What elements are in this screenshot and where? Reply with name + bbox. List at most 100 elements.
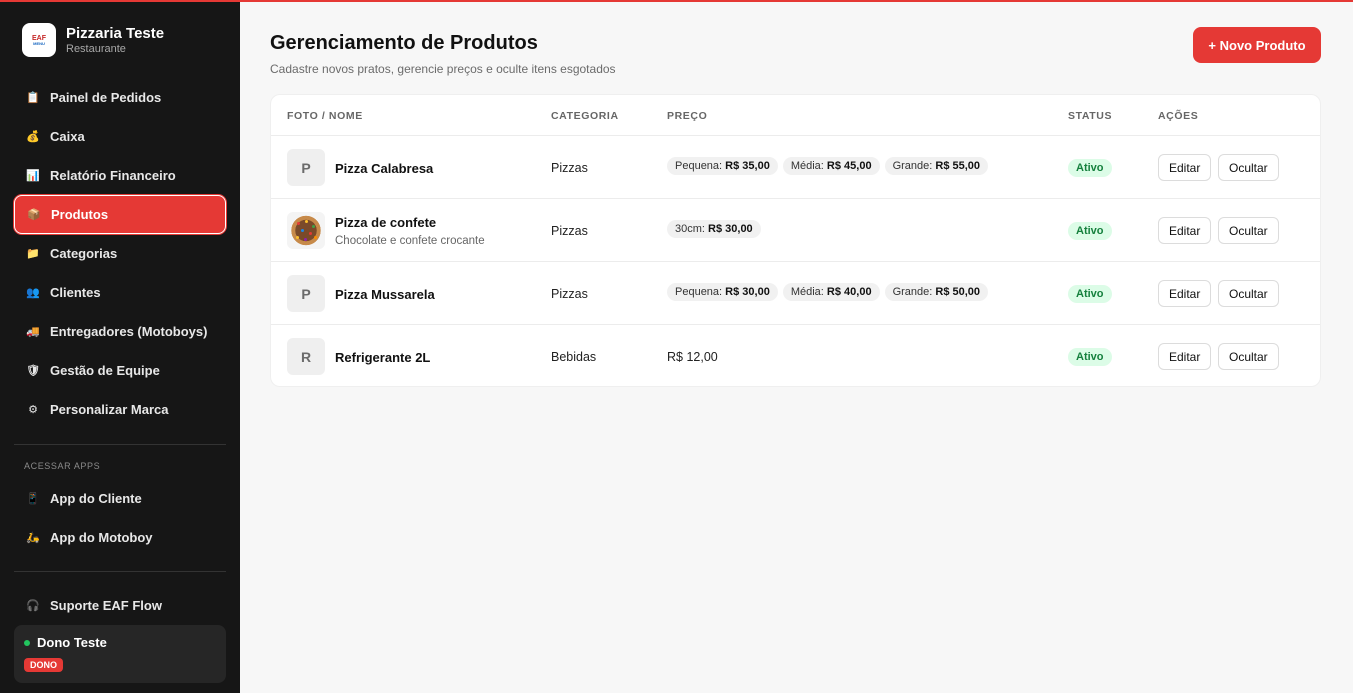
sidebar-item-label: Categorias bbox=[50, 246, 118, 261]
apps-list: 📱 App do Cliente 🛵 App do Motoboy bbox=[14, 479, 226, 557]
product-category: Pizzas bbox=[551, 224, 588, 238]
online-status-dot bbox=[24, 640, 30, 646]
folder-icon: 📁 bbox=[26, 248, 40, 260]
main-content: Gerenciamento de Produtos Cadastre novos… bbox=[240, 2, 1353, 693]
table-row: P Pizza Mussarela Pizzas Pequena: R$ 30,… bbox=[271, 262, 1320, 325]
scooter-icon: 🛵 bbox=[26, 532, 40, 544]
price-list: Pequena: R$ 30,00 Média: R$ 40,00 Grande… bbox=[667, 283, 989, 301]
sidebar-item-produtos[interactable]: 📦 Produtos bbox=[14, 195, 226, 234]
sidebar-item-suporte[interactable]: 🎧 Suporte EAF Flow bbox=[14, 586, 226, 625]
status-badge: Ativo bbox=[1068, 285, 1112, 303]
brand[interactable]: EAF MENU Pizzaria Teste Restaurante bbox=[22, 23, 164, 57]
product-name: Refrigerante 2L bbox=[335, 350, 431, 365]
sidebar-item-label: Gestão de Equipe bbox=[50, 363, 160, 378]
headset-icon: 🎧 bbox=[26, 600, 40, 612]
edit-button[interactable]: Editar bbox=[1158, 154, 1212, 181]
sidebar: EAF MENU Pizzaria Teste Restaurante 📋 Pa… bbox=[0, 2, 240, 693]
status-badge: Ativo bbox=[1068, 348, 1112, 366]
user-name: Dono Teste bbox=[37, 635, 107, 650]
truck-icon: 🚚 bbox=[26, 326, 40, 338]
hide-button[interactable]: Ocultar bbox=[1218, 343, 1279, 370]
sidebar-item-label: Personalizar Marca bbox=[50, 402, 169, 417]
table-row: P Pizza Calabresa Pizzas Pequena: R$ 35,… bbox=[271, 136, 1320, 199]
sidebar-nav: 📋 Painel de Pedidos 💰 Caixa 📊 Relatório … bbox=[14, 78, 226, 429]
users-icon: 👥 bbox=[26, 287, 40, 299]
edit-button[interactable]: Editar bbox=[1158, 343, 1212, 370]
bar-chart-icon: 📊 bbox=[26, 170, 40, 182]
pizza-photo bbox=[287, 212, 325, 249]
sidebar-item-painel-de-pedidos[interactable]: 📋 Painel de Pedidos bbox=[14, 78, 226, 117]
brand-name: Pizzaria Teste bbox=[66, 25, 165, 42]
hide-button[interactable]: Ocultar bbox=[1218, 154, 1279, 181]
hide-button[interactable]: Ocultar bbox=[1218, 217, 1279, 244]
sidebar-item-label: Produtos bbox=[51, 207, 109, 222]
sidebar-item-app-do-cliente[interactable]: 📱 App do Cliente bbox=[14, 479, 226, 518]
edit-button[interactable]: Editar bbox=[1158, 217, 1212, 244]
hide-button[interactable]: Ocultar bbox=[1218, 280, 1279, 307]
product-price: R$ 12,00 bbox=[667, 350, 718, 364]
brand-subtitle: Restaurante bbox=[66, 43, 126, 55]
sidebar-item-gestao-de-equipe[interactable]: 🛡 Gestão de Equipe bbox=[14, 351, 226, 390]
price-chip: Pequena: R$ 35,00 bbox=[667, 157, 778, 175]
support-section: 🎧 Suporte EAF Flow bbox=[14, 586, 226, 625]
sidebar-item-personalizar-marca[interactable]: ⚙ Personalizar Marca bbox=[14, 390, 226, 429]
logo-subtext: MENU bbox=[33, 40, 45, 46]
sidebar-divider bbox=[14, 571, 226, 572]
sidebar-item-label: Caixa bbox=[50, 129, 85, 144]
box-icon: 📦 bbox=[27, 209, 41, 221]
product-description: Chocolate e confete crocante bbox=[335, 235, 485, 247]
product-name: Pizza Mussarela bbox=[335, 287, 435, 302]
price-chip: 30cm: R$ 30,00 bbox=[667, 220, 761, 238]
header-name: FOTO / NOME bbox=[287, 110, 363, 122]
phone-icon: 📱 bbox=[26, 493, 40, 505]
sidebar-item-label: Painel de Pedidos bbox=[50, 90, 162, 105]
table-row: R Refrigerante 2L Bebidas R$ 12,00 Ativo… bbox=[271, 325, 1320, 388]
sidebar-item-categorias[interactable]: 📁 Categorias bbox=[14, 234, 226, 273]
product-initial-thumb: P bbox=[287, 149, 325, 186]
price-chip: Média: R$ 40,00 bbox=[782, 283, 880, 301]
price-chip: Média: R$ 45,00 bbox=[782, 157, 880, 175]
sidebar-item-label: Suporte EAF Flow bbox=[50, 598, 162, 613]
apps-section-label: ACESSAR APPS bbox=[24, 461, 101, 471]
role-badge: DONO bbox=[24, 658, 63, 672]
product-name: Pizza de confete bbox=[335, 215, 437, 230]
products-table: FOTO / NOME CATEGORIA PREÇO STATUS AÇÕES… bbox=[270, 94, 1321, 387]
sidebar-item-relatorio-financeiro[interactable]: 📊 Relatório Financeiro bbox=[14, 156, 226, 195]
sidebar-divider bbox=[14, 444, 226, 445]
sidebar-item-entregadores[interactable]: 🚚 Entregadores (Motoboys) bbox=[14, 312, 226, 351]
sidebar-item-label: App do Cliente bbox=[50, 491, 142, 506]
header-actions: AÇÕES bbox=[1158, 110, 1199, 122]
sidebar-item-label: Clientes bbox=[50, 285, 101, 300]
header-price: PREÇO bbox=[667, 110, 708, 122]
product-name: Pizza Calabresa bbox=[335, 161, 434, 176]
sidebar-item-clientes[interactable]: 👥 Clientes bbox=[14, 273, 226, 312]
status-badge: Ativo bbox=[1068, 159, 1112, 177]
brand-logo: EAF MENU bbox=[22, 23, 56, 57]
product-category: Pizzas bbox=[551, 287, 588, 301]
product-initial-thumb: R bbox=[287, 338, 325, 375]
price-list: Pequena: R$ 35,00 Média: R$ 45,00 Grande… bbox=[667, 157, 989, 175]
edit-button[interactable]: Editar bbox=[1158, 280, 1212, 307]
page-title: Gerenciamento de Produtos bbox=[270, 32, 538, 54]
clipboard-icon: 📋 bbox=[26, 92, 40, 104]
price-chip: Grande: R$ 50,00 bbox=[884, 283, 989, 301]
money-bag-icon: 💰 bbox=[26, 131, 40, 143]
sidebar-item-label: Entregadores (Motoboys) bbox=[50, 324, 208, 339]
product-category: Pizzas bbox=[551, 161, 588, 175]
price-chip: Grande: R$ 55,00 bbox=[884, 157, 989, 175]
gear-icon: ⚙ bbox=[28, 404, 38, 416]
price-list: 30cm: R$ 30,00 bbox=[667, 220, 761, 238]
user-card[interactable]: Dono Teste DONO bbox=[14, 625, 226, 683]
price-chip: Pequena: R$ 30,00 bbox=[667, 283, 778, 301]
sidebar-item-app-do-motoboy[interactable]: 🛵 App do Motoboy bbox=[14, 518, 226, 557]
table-header: FOTO / NOME CATEGORIA PREÇO STATUS AÇÕES bbox=[271, 95, 1320, 136]
new-product-button[interactable]: + Novo Produto bbox=[1193, 27, 1321, 63]
table-row: Pizza de confete Chocolate e confete cro… bbox=[271, 199, 1320, 262]
shield-icon: 🛡 bbox=[26, 365, 40, 377]
status-badge: Ativo bbox=[1068, 222, 1112, 240]
sidebar-item-caixa[interactable]: 💰 Caixa bbox=[14, 117, 226, 156]
sidebar-item-label: Relatório Financeiro bbox=[50, 168, 176, 183]
product-category: Bebidas bbox=[551, 350, 597, 364]
page-subtitle: Cadastre novos pratos, gerencie preços e… bbox=[270, 62, 616, 76]
product-initial-thumb: P bbox=[287, 275, 325, 312]
